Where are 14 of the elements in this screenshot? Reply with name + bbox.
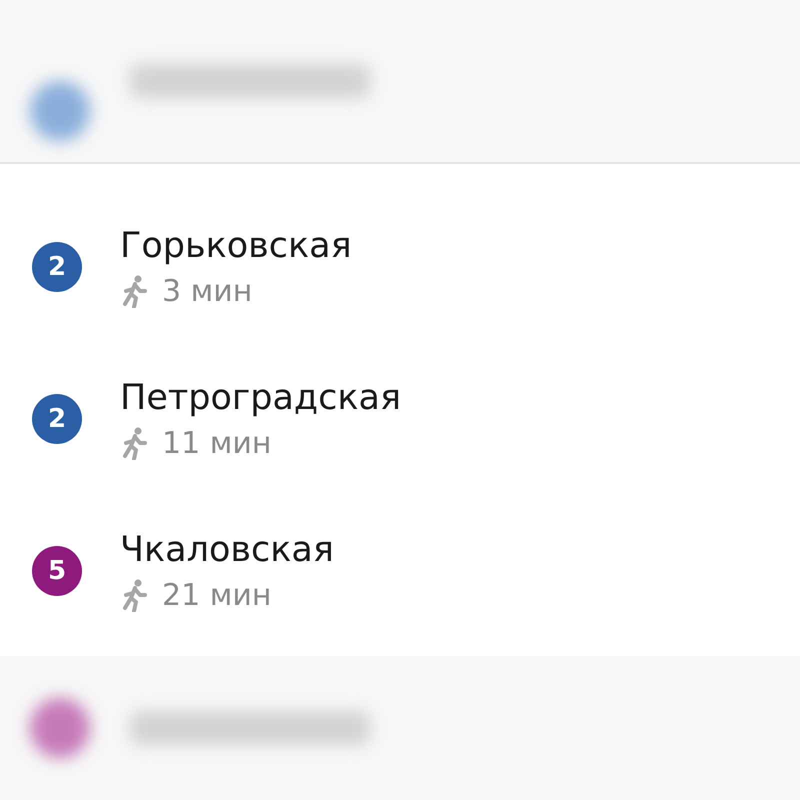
line-badge: 2 [32, 394, 82, 444]
line-badge: 5 [32, 546, 82, 596]
walk-time: 3 мин [162, 274, 252, 308]
station-name: Чкаловская [120, 530, 334, 570]
blurred-avatar [30, 698, 90, 758]
walking-person-icon [120, 274, 150, 308]
station-name: Петроградская [120, 378, 402, 418]
blurred-avatar [30, 81, 90, 141]
walking-person-icon [120, 426, 150, 460]
walk-time: 21 мин [162, 578, 272, 612]
line-badge: 2 [32, 242, 82, 292]
station-name: Горьковская [120, 226, 352, 266]
walking-person-icon [120, 578, 150, 612]
walk-time: 11 мин [162, 426, 272, 460]
